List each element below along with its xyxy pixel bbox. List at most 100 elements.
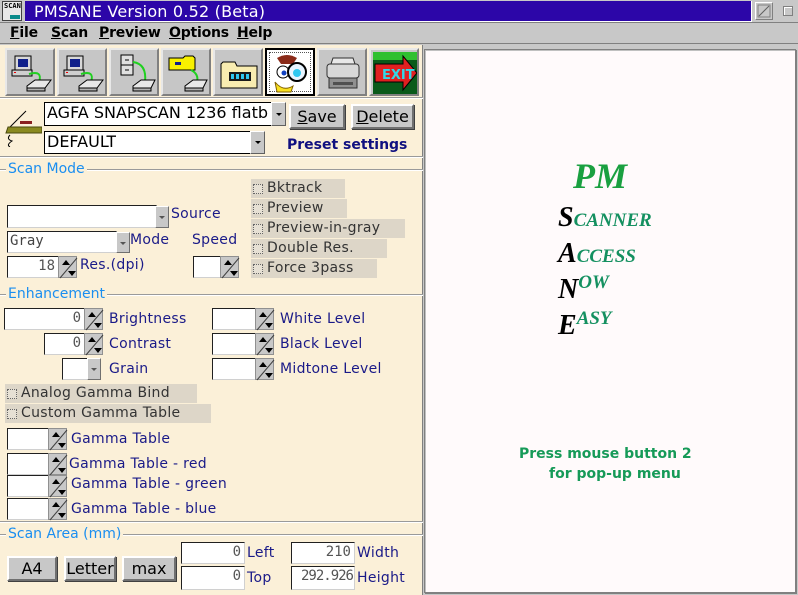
gamma-table-red-spinner[interactable] [48, 453, 68, 476]
film-folder-icon [220, 61, 258, 89]
gamma-table-field[interactable] [7, 428, 49, 450]
printer-icon [326, 57, 360, 89]
scanner-select[interactable]: AGFA SNAPSCAN 1236 flatb [44, 102, 286, 126]
checkbox-box [253, 184, 263, 194]
grain-dropdown-arrow-icon[interactable] [87, 358, 101, 380]
spin-arrows-icon [256, 359, 275, 381]
viewer-button[interactable] [265, 48, 315, 96]
scan-to-computer-button[interactable] [5, 48, 55, 96]
gamma-table-red-label: Gamma Table - red [69, 456, 207, 472]
spin-arrows-icon [49, 429, 68, 451]
max-preset-button[interactable]: max [122, 556, 176, 581]
source-select[interactable] [7, 205, 157, 228]
force-3pass-checkbox[interactable]: Force 3pass [251, 259, 377, 278]
black-level-field[interactable] [212, 333, 256, 355]
resolution-spinner[interactable] [58, 256, 78, 279]
gamma-table-green-field[interactable] [7, 475, 49, 497]
menu-scan[interactable]: Scan [51, 24, 88, 43]
open-film-folder-button[interactable] [213, 48, 263, 96]
menu-help-label: elp [248, 25, 273, 41]
preset-dropdown-arrow-icon[interactable] [250, 131, 265, 154]
analog-gamma-bind-label: Analog Gamma Bind [21, 385, 170, 401]
double-res-checkbox[interactable]: Double Res. [251, 239, 387, 258]
save-button[interactable]: Save [289, 104, 345, 129]
custom-gamma-table-checkbox[interactable]: Custom Gamma Table [5, 404, 211, 423]
grain-select[interactable] [62, 358, 88, 380]
analog-gamma-bind-checkbox[interactable]: Analog Gamma Bind [5, 384, 197, 403]
spin-arrows-icon [256, 334, 275, 356]
mode-select[interactable]: Gray [7, 231, 117, 253]
title-bar: SCAN PMSANE Version 0.52 (Beta) [0, 0, 798, 23]
width-field[interactable]: 210 [291, 542, 355, 564]
scan-to-file-button[interactable] [109, 48, 159, 96]
preview-checkbox[interactable]: Preview [251, 199, 347, 218]
logo-initial: A [558, 238, 577, 269]
gamma-table-green-spinner[interactable] [48, 475, 68, 498]
double-res-label: Double Res. [267, 240, 354, 256]
scanner-dropdown-arrow-icon[interactable] [271, 102, 286, 126]
speed-field[interactable] [193, 256, 221, 278]
left-label: Left [247, 545, 275, 561]
contrast-field[interactable]: 0 [44, 333, 85, 355]
gamma-table-spinner[interactable] [48, 428, 68, 451]
app-icon[interactable]: SCAN [2, 1, 22, 21]
scan-mode-title: Scan Mode [6, 161, 87, 177]
height-field[interactable]: 292.926 [291, 566, 355, 590]
midtone-level-label: Midtone Level [280, 361, 382, 377]
white-level-spinner[interactable] [255, 308, 275, 331]
preview-in-gray-checkbox[interactable]: Preview-in-gray [251, 219, 405, 238]
exit-button[interactable]: EXIT [369, 48, 419, 96]
brightness-spinner[interactable] [84, 308, 104, 331]
brightness-field[interactable]: 0 [4, 308, 85, 330]
gamma-table-blue-field[interactable] [7, 498, 49, 520]
a4-preset-button[interactable]: A4 [7, 556, 57, 581]
menu-preview-label: review [109, 25, 161, 41]
resolution-field[interactable]: 18 [7, 256, 59, 278]
checkbox-box [253, 264, 263, 274]
source-dropdown-arrow-icon[interactable] [155, 206, 169, 228]
preview-label: Preview [267, 200, 324, 216]
white-level-field[interactable] [212, 308, 256, 330]
restore-button[interactable] [779, 2, 797, 20]
top-field[interactable]: 0 [181, 566, 245, 590]
gamma-table-red-field[interactable] [7, 453, 49, 475]
logo-word: CANNER [573, 210, 652, 231]
preset-select[interactable]: DEFAULT [44, 131, 265, 154]
mode-dropdown-arrow-icon[interactable] [116, 232, 130, 253]
scan-to-folder-button[interactable] [161, 48, 211, 96]
letter-preset-button[interactable]: Letter [64, 556, 116, 581]
delete-button[interactable]: Delete [351, 104, 414, 129]
width-label: Width [357, 545, 400, 561]
midtone-level-field[interactable] [212, 358, 256, 380]
contrast-spinner[interactable] [84, 333, 104, 356]
spin-arrows-icon [49, 454, 68, 476]
speed-spinner[interactable] [220, 256, 240, 279]
logo-line-now: NOW [558, 272, 609, 306]
preset-select-value: DEFAULT [47, 132, 117, 151]
print-button[interactable] [317, 48, 367, 96]
spin-arrows-icon [221, 257, 240, 279]
height-value: 292.926 [300, 568, 354, 584]
menu-help[interactable]: Help [237, 24, 272, 43]
black-level-spinner[interactable] [255, 333, 275, 356]
preview-to-computer-button[interactable] [57, 48, 107, 96]
menu-file[interactable]: File [10, 24, 38, 43]
delete-label: elete [368, 107, 409, 126]
left-field[interactable]: 0 [181, 542, 245, 564]
bktrack-checkbox[interactable]: Bktrack [251, 179, 345, 198]
preview-viewer[interactable]: PM SCANNER ACCESS NOW EASY Press mouse b… [424, 49, 796, 593]
logo-word: OW [578, 272, 609, 293]
maximize-button[interactable] [755, 2, 773, 20]
source-label: Source [171, 206, 221, 222]
midtone-level-spinner[interactable] [255, 358, 275, 381]
menu-options[interactable]: Options [169, 24, 229, 43]
title-area[interactable]: PMSANE Version 0.52 (Beta) [25, 1, 752, 22]
preset-settings-label: Preset settings [287, 137, 408, 153]
bktrack-label: Bktrack [267, 180, 323, 196]
gamma-table-blue-spinner[interactable] [48, 498, 68, 521]
delete-mnemonic: D [356, 107, 369, 126]
height-label: Height [357, 570, 406, 586]
menu-options-label: ptions [180, 25, 229, 41]
menu-options-mnemonic: O [169, 25, 181, 41]
menu-preview[interactable]: Preview [99, 24, 161, 43]
